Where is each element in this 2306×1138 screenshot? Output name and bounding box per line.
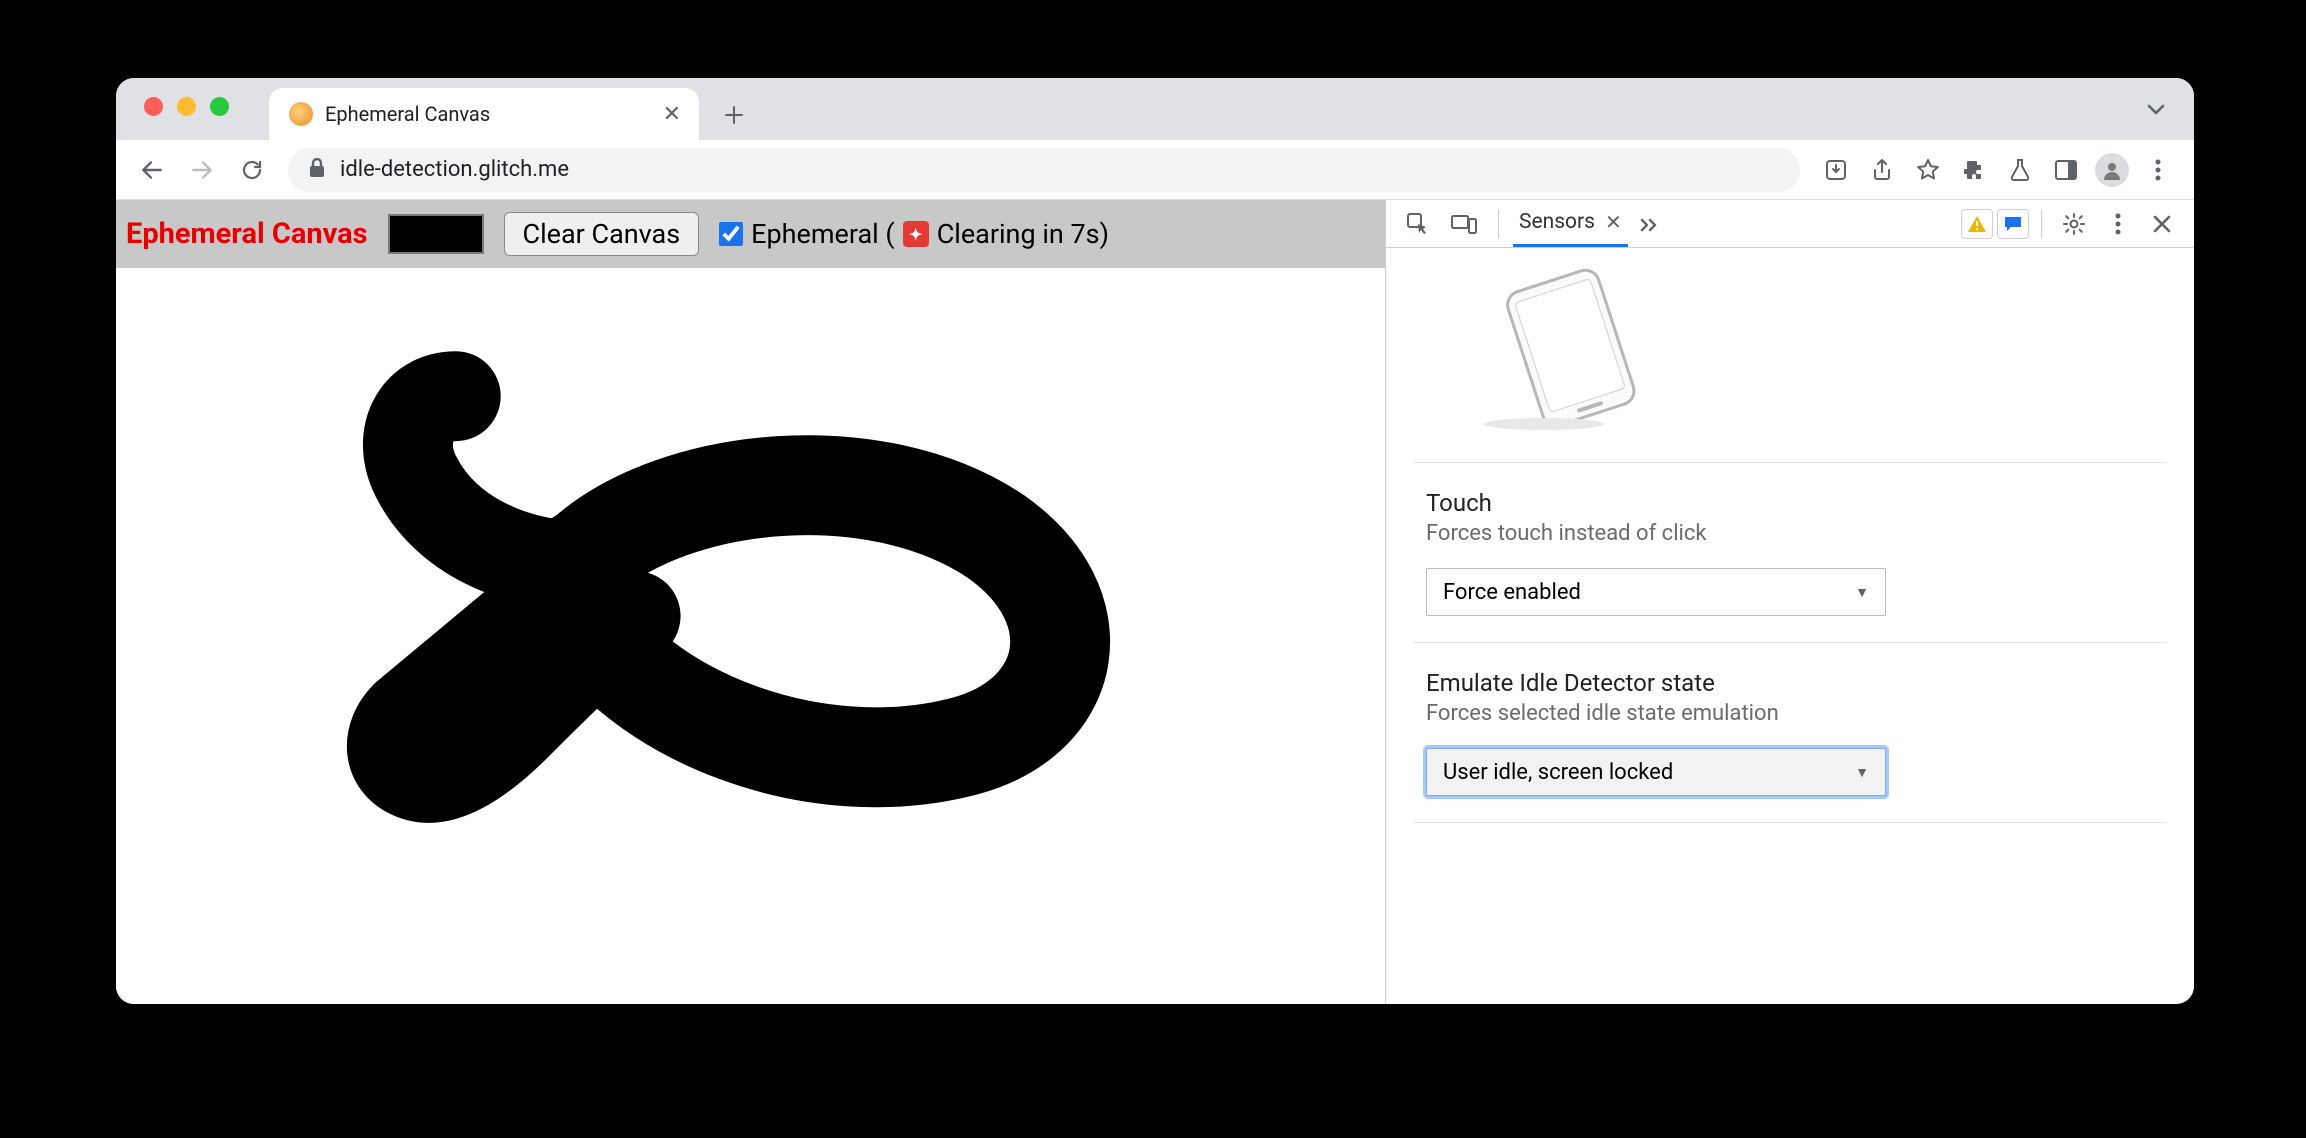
inspect-icon: [1406, 212, 1430, 236]
extensions-button[interactable]: [1952, 148, 1996, 192]
section-divider: [1414, 822, 2166, 823]
reload-button[interactable]: [230, 148, 274, 192]
devtools-close-button[interactable]: [2142, 204, 2182, 244]
touch-select-value: Force enabled: [1443, 580, 1581, 605]
arrow-left-icon: [139, 157, 165, 183]
ephemeral-countdown: Clearing in 7s): [937, 218, 1109, 250]
star-icon: [1916, 158, 1940, 182]
tab-title: Ephemeral Canvas: [325, 102, 651, 126]
more-tabs-button[interactable]: [1640, 210, 1660, 238]
close-tab-icon[interactable]: ✕: [1605, 210, 1622, 234]
browser-toolbar: idle-detection.glitch.me: [116, 140, 2194, 200]
chrome-menu-button[interactable]: [2136, 148, 2180, 192]
sidepanel-icon: [2055, 160, 2077, 180]
devtools-right-controls: [1961, 204, 2182, 244]
siren-icon: ✦: [903, 221, 929, 247]
phone-tilt-icon: [1414, 256, 1654, 436]
idle-state-select-value: User idle, screen locked: [1443, 760, 1673, 785]
devices-icon: [1451, 213, 1477, 235]
window-controls: [144, 97, 229, 116]
canvas-drawing: [116, 268, 1385, 1004]
devtools-tab-label: Sensors: [1519, 210, 1595, 234]
inspect-element-button[interactable]: [1398, 204, 1438, 244]
close-window-button[interactable]: [144, 97, 163, 116]
share-button[interactable]: [1860, 148, 1904, 192]
reload-icon: [240, 158, 264, 182]
favicon-icon: [289, 102, 313, 126]
section-divider: [1414, 462, 2166, 463]
close-icon: [2152, 214, 2172, 234]
browser-window: Ephemeral Canvas ✕ idle-detection.glitch…: [116, 78, 2194, 1004]
issues-warning-badge[interactable]: [1961, 209, 1993, 239]
chevrons-right-icon: [1640, 218, 1660, 232]
minimize-window-button[interactable]: [177, 97, 196, 116]
gear-icon: [2062, 212, 2086, 236]
back-button[interactable]: [130, 148, 174, 192]
chevron-down-icon: ▼: [1855, 764, 1869, 781]
devtools-menu-button[interactable]: [2098, 204, 2138, 244]
side-panel-button[interactable]: [2044, 148, 2088, 192]
touch-title: Touch: [1426, 489, 2154, 517]
chat-icon: [2003, 215, 2023, 233]
idle-state-select[interactable]: User idle, screen locked ▼: [1426, 748, 1886, 796]
devtools-body: Touch Forces touch instead of click Forc…: [1386, 248, 2194, 1004]
ephemeral-toggle-label[interactable]: Ephemeral ( ✦ Clearing in 7s): [719, 218, 1109, 250]
flask-icon: [2009, 158, 2031, 182]
forward-button[interactable]: [180, 148, 224, 192]
chevron-down-icon: [2147, 103, 2165, 115]
touch-description: Forces touch instead of click: [1426, 521, 2154, 546]
devtools-tab-sensors[interactable]: Sensors ✕: [1513, 200, 1628, 247]
toolbar-right-icons: [1814, 148, 2180, 192]
arrow-right-icon: [189, 157, 215, 183]
ephemeral-checkbox[interactable]: [719, 222, 743, 246]
separator: [2041, 210, 2042, 238]
kebab-icon: [2155, 159, 2161, 181]
url-text: idle-detection.glitch.me: [340, 157, 569, 182]
bookmark-button[interactable]: [1906, 148, 1950, 192]
plus-icon: [724, 105, 744, 125]
chevron-down-icon: ▼: [1855, 584, 1869, 601]
puzzle-icon: [1962, 158, 1986, 182]
warning-icon: [1967, 215, 1987, 233]
devtools-settings-button[interactable]: [2054, 204, 2094, 244]
page-viewport: Ephemeral Canvas Clear Canvas Ephemeral …: [116, 200, 1386, 1004]
maximize-window-button[interactable]: [210, 97, 229, 116]
touch-section: Touch Forces touch instead of click Forc…: [1386, 489, 2194, 616]
kebab-icon: [2115, 213, 2121, 235]
separator: [1498, 210, 1499, 238]
touch-select[interactable]: Force enabled ▼: [1426, 568, 1886, 616]
device-toolbar-button[interactable]: [1444, 204, 1484, 244]
clear-canvas-button[interactable]: Clear Canvas: [504, 212, 700, 256]
issues-info-badge[interactable]: [1997, 209, 2029, 239]
browser-tab[interactable]: Ephemeral Canvas ✕: [269, 88, 699, 140]
idle-title: Emulate Idle Detector state: [1426, 669, 2154, 697]
new-tab-button[interactable]: [713, 94, 755, 136]
install-icon: [1824, 158, 1848, 182]
drawing-canvas[interactable]: [116, 268, 1385, 1004]
install-app-button[interactable]: [1814, 148, 1858, 192]
close-tab-icon[interactable]: ✕: [663, 102, 681, 127]
address-bar[interactable]: idle-detection.glitch.me: [288, 148, 1800, 192]
color-picker[interactable]: [388, 214, 484, 254]
idle-section: Emulate Idle Detector state Forces selec…: [1386, 669, 2194, 796]
ephemeral-label-prefix: Ephemeral (: [751, 218, 895, 250]
tab-strip: Ephemeral Canvas ✕: [116, 78, 2194, 140]
devtools-panel: Sensors ✕: [1386, 200, 2194, 1004]
profile-button[interactable]: [2090, 148, 2134, 192]
idle-description: Forces selected idle state emulation: [1426, 701, 2154, 726]
tab-search-button[interactable]: [2136, 89, 2176, 129]
section-divider: [1414, 642, 2166, 643]
share-icon: [1871, 158, 1893, 182]
devtools-tabbar: Sensors ✕: [1386, 200, 2194, 248]
labs-button[interactable]: [1998, 148, 2042, 192]
lock-icon: [308, 158, 326, 182]
app-header: Ephemeral Canvas Clear Canvas Ephemeral …: [116, 200, 1385, 268]
orientation-preview[interactable]: [1414, 256, 1654, 436]
avatar-icon: [2095, 153, 2129, 187]
content-area: Ephemeral Canvas Clear Canvas Ephemeral …: [116, 200, 2194, 1004]
page-title: Ephemeral Canvas: [126, 217, 368, 251]
